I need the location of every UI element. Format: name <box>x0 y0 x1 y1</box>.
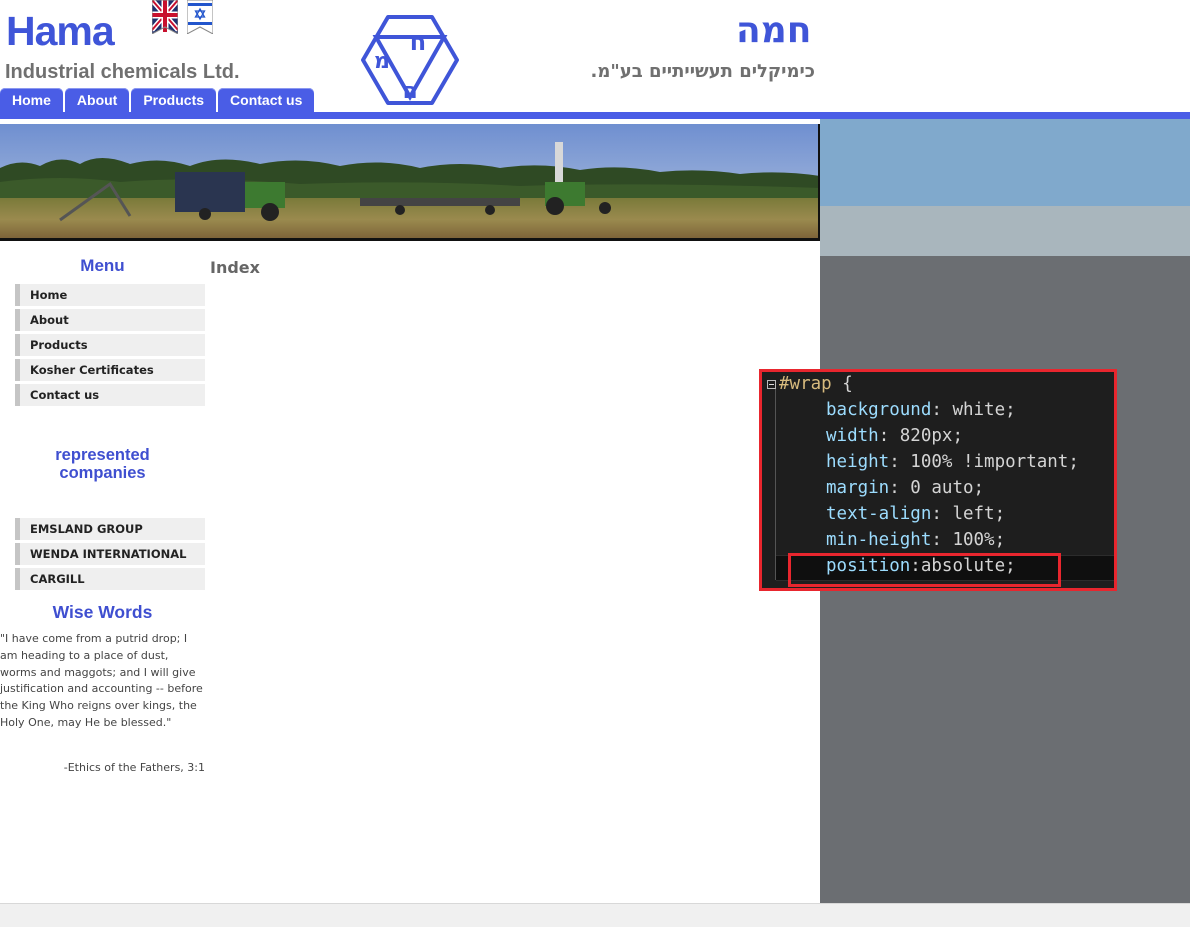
israel-flag-icon[interactable] <box>187 0 213 34</box>
uk-flag-icon[interactable] <box>152 0 178 34</box>
css-value: white; <box>952 400 1016 420</box>
code-line-selector: #wrap { <box>779 374 853 394</box>
css-value: 100%; <box>952 530 1006 550</box>
css-selector: #wrap <box>779 374 832 394</box>
nav-tab-products[interactable]: Products <box>131 88 217 112</box>
css-property: text-align <box>826 504 932 524</box>
css-value: 820px; <box>899 426 963 446</box>
top-navigation: Home About Products Contact us <box>0 88 316 112</box>
css-property: background <box>826 400 932 420</box>
css-property: margin <box>826 478 890 498</box>
wise-words-title: Wise Words <box>52 602 153 622</box>
css-property: height <box>826 452 890 472</box>
sidebar-item-kosher[interactable]: Kosher Certificates <box>15 359 205 381</box>
fold-guide <box>775 386 776 580</box>
sidebar-item-about[interactable]: About <box>15 309 205 331</box>
logo-letter: מ <box>374 49 390 74</box>
right-grey-band <box>820 206 1190 256</box>
brand-title-he[interactable]: חמה <box>736 10 812 51</box>
sidebar-menu-title: Menu <box>80 256 125 275</box>
nav-tab-about[interactable]: About <box>64 88 130 112</box>
sidebar-item-products[interactable]: Products <box>15 334 205 356</box>
logo-letter: ח <box>410 28 427 56</box>
wise-words-quote: "I have come from a putrid drop; I am he… <box>0 632 203 729</box>
company-item-wenda[interactable]: WENDA INTERNATIONAL <box>15 543 205 565</box>
banner-farm-image <box>0 124 820 241</box>
nav-tab-contact[interactable]: Contact us <box>218 88 315 112</box>
css-value: 0 auto; <box>910 478 985 498</box>
brand-subtitle-en: Industrial chemicals Ltd. <box>5 61 240 83</box>
companies-list: EMSLAND GROUP WENDA INTERNATIONAL CARGIL… <box>15 518 205 593</box>
page-wrap: Hama Industrial chemicals Ltd. ח מ ה חמה… <box>0 0 820 903</box>
company-item-emsland[interactable]: EMSLAND GROUP <box>15 518 205 540</box>
logo-letter: ה <box>402 79 417 104</box>
css-property: width <box>826 426 879 446</box>
code-line: text-align: left; <box>826 504 1006 524</box>
page-title: Index <box>210 258 260 277</box>
open-brace: { <box>842 374 853 394</box>
collapse-icon[interactable] <box>767 380 776 389</box>
bottom-bar <box>0 903 1190 927</box>
brand-title-en[interactable]: Hama <box>6 8 115 55</box>
nav-tab-home[interactable]: Home <box>0 88 63 112</box>
brand-subtitle-he: כימיקלים תעשייתיים בע"מ. <box>590 61 816 82</box>
companies-title-line: represented <box>55 446 150 464</box>
css-value: left; <box>952 504 1006 524</box>
code-line: min-height: 100%; <box>826 530 1006 550</box>
code-line: margin: 0 auto; <box>826 478 985 498</box>
header-divider <box>0 112 1190 119</box>
sidebar-item-home[interactable]: Home <box>15 284 205 306</box>
company-item-cargill[interactable]: CARGILL <box>15 568 205 590</box>
css-code-snippet: #wrap { background: white; width: 820px;… <box>759 369 1117 591</box>
position-highlight-box <box>788 553 1061 587</box>
wise-words-source: -Ethics of the Fathers, 3:1 <box>63 761 205 774</box>
right-header-background <box>820 0 1190 112</box>
hama-logo-icon: ח מ ה <box>361 15 459 105</box>
code-line: width: 820px; <box>826 426 963 446</box>
sidebar-item-contact[interactable]: Contact us <box>15 384 205 406</box>
sidebar-menu: Home About Products Kosher Certificates … <box>15 284 205 409</box>
code-line: height: 100% !important; <box>826 452 1079 472</box>
code-line: background: white; <box>826 400 1016 420</box>
right-blue-band <box>820 119 1190 206</box>
css-value: 100% !important; <box>910 452 1079 472</box>
css-property: min-height <box>826 530 932 550</box>
companies-title: represented companies <box>0 446 205 482</box>
companies-title-line: companies <box>59 464 146 482</box>
